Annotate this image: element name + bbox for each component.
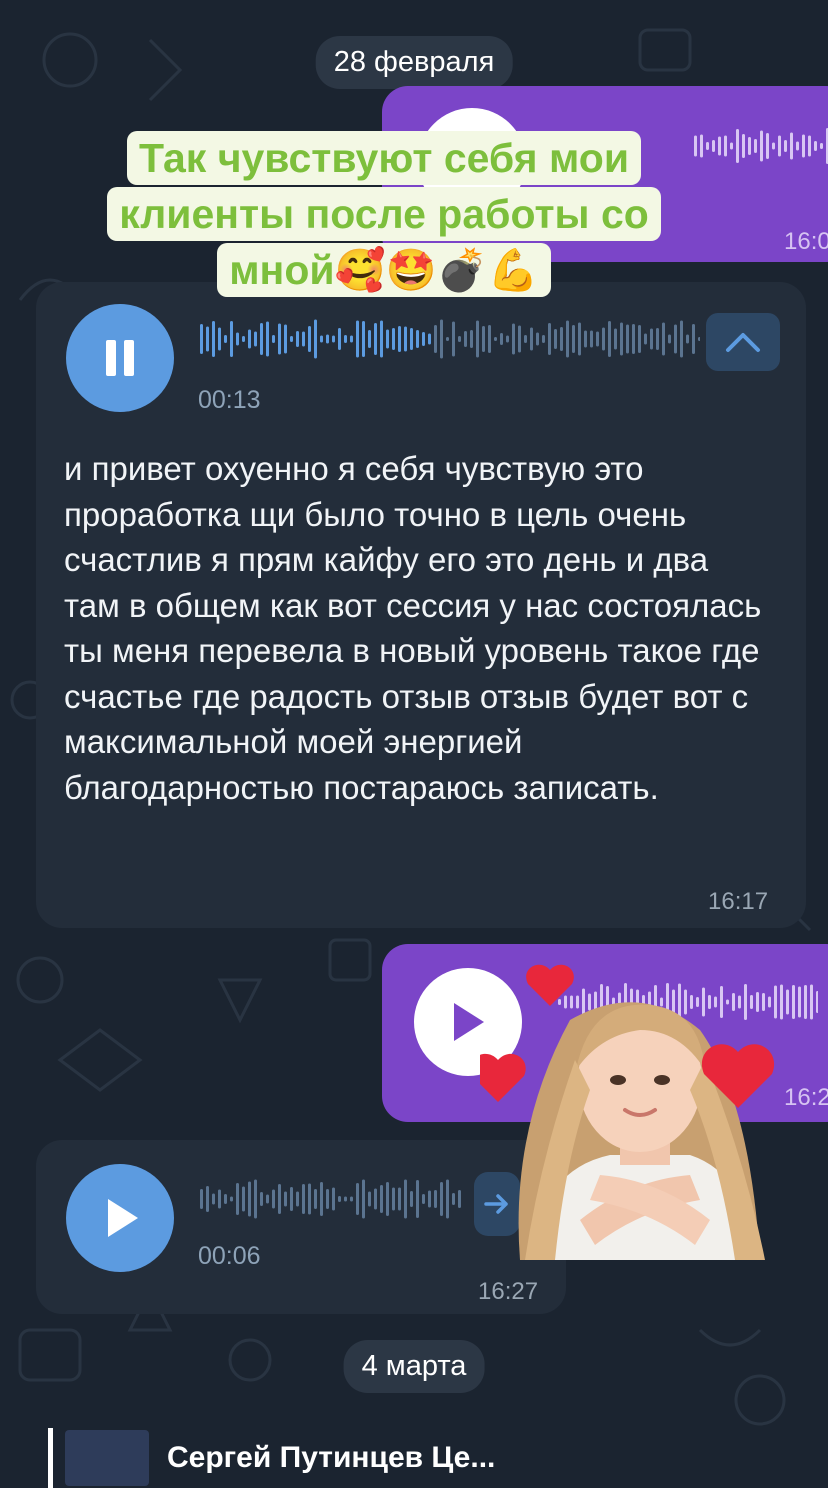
girl-hearts-sticker bbox=[480, 964, 775, 1260]
play-icon bbox=[108, 1199, 138, 1237]
video-caption: Так чувствуют себя мои клиенты после раб… bbox=[56, 130, 712, 298]
quote-title: Сергей Путинцев Це... bbox=[167, 1441, 496, 1474]
play-button[interactable] bbox=[66, 1164, 174, 1272]
waveform-playing bbox=[200, 319, 700, 359]
message-time: 16:0 bbox=[784, 228, 828, 255]
date-label: 28 февраля bbox=[333, 46, 495, 78]
thumbnail bbox=[65, 1430, 149, 1486]
message-time: 16:27 bbox=[478, 1278, 539, 1305]
voice-duration: 00:06 bbox=[198, 1242, 261, 1270]
pause-icon bbox=[106, 340, 134, 376]
date-label: 4 марта bbox=[361, 1350, 467, 1382]
pause-button[interactable] bbox=[66, 304, 174, 412]
waveform bbox=[200, 1179, 461, 1219]
voice-transcript: и привет охуенно я себя чувствую это про… bbox=[64, 450, 762, 806]
caption-line: мной🥰🤩💣💪 bbox=[217, 243, 551, 297]
collapse-transcript-button[interactable] bbox=[706, 313, 780, 371]
message-time: 16:17 bbox=[708, 888, 769, 915]
chevron-up-icon bbox=[726, 333, 760, 352]
forwarded-message-preview[interactable]: Сергей Путинцев Це... bbox=[48, 1428, 625, 1488]
date-separator: 28 февраля bbox=[315, 36, 513, 89]
voice-duration: 00:13 bbox=[198, 386, 261, 414]
caption-line: клиенты после работы со bbox=[107, 187, 661, 241]
waveform bbox=[694, 128, 828, 164]
caption-line: Так чувствуют себя мои bbox=[126, 131, 642, 185]
date-separator: 4 марта bbox=[343, 1340, 485, 1393]
